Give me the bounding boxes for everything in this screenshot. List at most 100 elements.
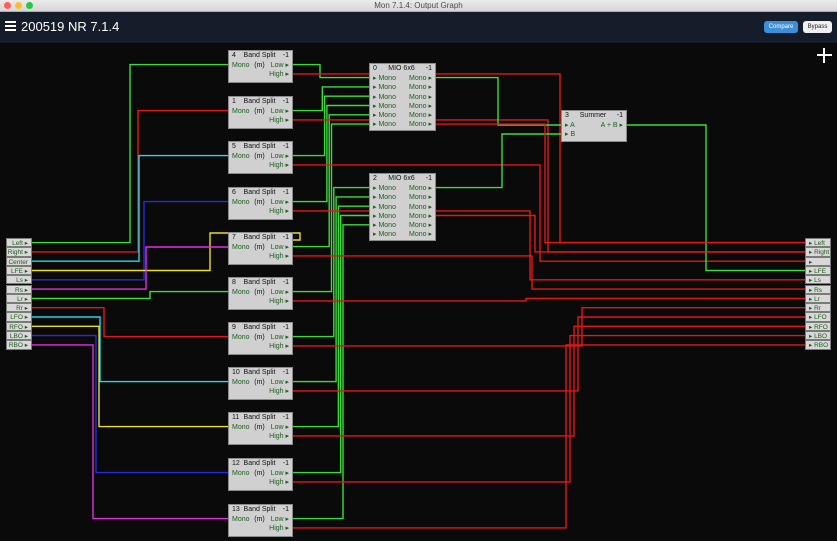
output-port-label[interactable]: High ▸ xyxy=(269,432,289,441)
input-port-label[interactable]: ▸ Mono xyxy=(373,74,396,83)
input-port-label[interactable]: Mono xyxy=(232,243,250,252)
graph-input-port[interactable]: LBO ▸ xyxy=(6,331,32,341)
output-port-label[interactable]: Mono ▸ xyxy=(409,221,432,230)
output-port-label[interactable]: Mono ▸ xyxy=(409,74,432,83)
input-port-label[interactable]: ▸ Mono xyxy=(373,221,396,230)
band-split-node[interactable]: 12 Band Split (m) -1 Mono Low ▸ High ▸ xyxy=(228,458,293,491)
graph-output-port[interactable]: ▸ Rs xyxy=(805,284,831,294)
input-port-label[interactable]: ▸ Mono xyxy=(373,83,396,92)
node-port-row: ▸ Mono Mono ▸ xyxy=(370,93,435,102)
graph-input-port[interactable]: Left ▸ xyxy=(6,238,32,248)
graph-input-port[interactable]: Center ▸ xyxy=(6,256,32,275)
band-split-node[interactable]: 8 Band Split (m) -1 Mono Low ▸ High ▸ xyxy=(228,277,293,310)
band-split-node[interactable]: 11 Band Split (m) -1 Mono Low ▸ High ▸ xyxy=(228,412,293,445)
band-split-node[interactable]: 6 Band Split (m) -1 Mono Low ▸ High ▸ xyxy=(228,187,293,220)
graph-input-port[interactable]: Right ▸ xyxy=(6,247,32,257)
graph-input-port[interactable]: LFO ▸ xyxy=(6,312,32,322)
input-port-label[interactable]: Mono xyxy=(232,288,250,297)
input-port-label[interactable]: Mono xyxy=(232,198,250,207)
graph-output-port[interactable]: ▸ Ls xyxy=(805,275,831,285)
input-port-label[interactable]: Mono xyxy=(232,469,250,478)
input-port-label[interactable]: ▸ B xyxy=(565,130,575,139)
output-port-label[interactable]: Mono ▸ xyxy=(409,111,432,120)
input-port-label[interactable]: ▸ Mono xyxy=(373,203,396,212)
input-port-label[interactable]: Mono xyxy=(232,378,250,387)
output-port-label[interactable]: Low ▸ xyxy=(271,288,289,297)
output-port-label[interactable]: Mono ▸ xyxy=(409,184,432,193)
graph-input-port[interactable]: LFE ▸ xyxy=(6,265,32,276)
graph-input-port[interactable]: Rr ▸ xyxy=(6,303,32,313)
output-port-label[interactable]: High ▸ xyxy=(269,342,289,351)
input-port-label[interactable]: ▸ Mono xyxy=(373,111,396,120)
band-split-node[interactable]: 10 Band Split (m) -1 Mono Low ▸ High ▸ xyxy=(228,367,293,400)
input-port-label[interactable]: Mono xyxy=(232,152,250,161)
input-port-label[interactable]: Mono xyxy=(232,333,250,342)
output-port-label[interactable]: High ▸ xyxy=(269,70,289,79)
input-port-label[interactable]: ▸ Mono xyxy=(373,212,396,221)
input-port-label[interactable]: ▸ Mono xyxy=(373,193,396,202)
output-port-label[interactable]: Mono ▸ xyxy=(409,83,432,92)
graph-output-port[interactable]: ▸ Center xyxy=(805,256,831,275)
output-port-label[interactable]: Mono ▸ xyxy=(409,203,432,212)
band-split-node[interactable]: 1 Band Split (m) -1 Mono Low ▸ High ▸ xyxy=(228,96,293,129)
graph-output-port[interactable]: ▸ Left xyxy=(805,238,831,248)
graph-output-port[interactable]: ▸ LFE xyxy=(805,265,831,276)
input-port-label[interactable]: Mono xyxy=(232,515,250,524)
graph-output-port[interactable]: ▸ LFO xyxy=(805,312,831,322)
graph-output-port[interactable]: ▸ RBO xyxy=(805,340,831,350)
input-port-label[interactable]: ▸ Mono xyxy=(373,230,396,239)
output-port-label[interactable]: Mono ▸ xyxy=(409,212,432,221)
output-port-label[interactable]: A + B ▸ xyxy=(601,121,623,130)
output-port-label[interactable]: Low ▸ xyxy=(271,198,289,207)
graph-input-port[interactable]: Rs ▸ xyxy=(6,284,32,294)
band-split-node[interactable]: 7 Band Split (m) -1 Mono Low ▸ High ▸ xyxy=(228,232,293,265)
graph-output-port[interactable]: ▸ Right xyxy=(805,247,831,257)
input-port-label[interactable]: ▸ Mono xyxy=(373,93,396,102)
output-port-label[interactable]: High ▸ xyxy=(269,524,289,533)
graph-input-port[interactable]: Ls ▸ xyxy=(6,275,32,285)
band-split-node[interactable]: 4 Band Split (m) -1 Mono Low ▸ High ▸ xyxy=(228,50,293,83)
output-port-label[interactable]: Low ▸ xyxy=(271,152,289,161)
graph-input-port[interactable]: RFO ▸ xyxy=(6,321,32,331)
graph-input-port[interactable]: Lr ▸ xyxy=(6,293,32,304)
band-split-node[interactable]: 13 Band Split (m) -1 Mono Low ▸ High ▸ xyxy=(228,504,293,537)
output-port-label[interactable]: High ▸ xyxy=(269,387,289,396)
graph-output-port[interactable]: ▸ RFO xyxy=(805,321,831,331)
output-port-label[interactable]: High ▸ xyxy=(269,116,289,125)
node-channel: -1 xyxy=(282,279,289,286)
output-port-label[interactable]: High ▸ xyxy=(269,297,289,306)
output-port-label[interactable]: High ▸ xyxy=(269,207,289,216)
output-port-label[interactable]: Low ▸ xyxy=(271,378,289,387)
input-port-label[interactable]: Mono xyxy=(232,61,250,70)
input-port-label[interactable]: Mono xyxy=(232,423,250,432)
summer-node[interactable]: 3 Summer -1 ▸ A A + B ▸ ▸ B xyxy=(561,110,627,142)
output-port-label[interactable]: Low ▸ xyxy=(271,333,289,342)
mio-node[interactable]: 0 MIO 6x6 -1 ▸ Mono Mono ▸ ▸ Mono Mono ▸ ▸ Mono… xyxy=(369,63,436,131)
output-port-label[interactable]: Low ▸ xyxy=(271,515,289,524)
output-port-label[interactable]: Low ▸ xyxy=(271,423,289,432)
input-port-label[interactable]: Mono xyxy=(232,107,250,116)
output-port-label[interactable]: High ▸ xyxy=(269,252,289,261)
input-port-label[interactable]: ▸ Mono xyxy=(373,184,396,193)
input-port-label[interactable]: ▸ Mono xyxy=(373,102,396,111)
output-port-label[interactable]: Low ▸ xyxy=(271,107,289,116)
output-port-label[interactable]: High ▸ xyxy=(269,161,289,170)
graph-input-port[interactable]: RBO ▸ xyxy=(6,340,32,350)
output-port-label[interactable]: High ▸ xyxy=(269,478,289,487)
band-split-node[interactable]: 9 Band Split (m) -1 Mono Low ▸ High ▸ xyxy=(228,322,293,355)
output-port-label[interactable]: Mono ▸ xyxy=(409,230,432,239)
output-port-label[interactable]: Mono ▸ xyxy=(409,102,432,111)
input-port-label[interactable]: ▸ A xyxy=(565,121,575,130)
graph-output-port[interactable]: ▸ Lr xyxy=(805,293,831,304)
mio-node[interactable]: 2 MIO 6x6 -1 ▸ Mono Mono ▸ ▸ Mono Mono ▸ ▸ Mono… xyxy=(369,173,436,241)
input-port-label[interactable]: ▸ Mono xyxy=(373,120,396,129)
output-port-label[interactable]: Mono ▸ xyxy=(409,193,432,202)
band-split-node[interactable]: 5 Band Split (m) -1 Mono Low ▸ High ▸ xyxy=(228,141,293,174)
output-port-label[interactable]: Low ▸ xyxy=(271,469,289,478)
output-port-label[interactable]: Low ▸ xyxy=(271,243,289,252)
graph-output-port[interactable]: ▸ Rr xyxy=(805,303,831,313)
output-port-label[interactable]: Mono ▸ xyxy=(409,120,432,129)
graph-output-port[interactable]: ▸ LBO xyxy=(805,331,831,341)
output-port-label[interactable]: Low ▸ xyxy=(271,61,289,70)
output-port-label[interactable]: Mono ▸ xyxy=(409,93,432,102)
